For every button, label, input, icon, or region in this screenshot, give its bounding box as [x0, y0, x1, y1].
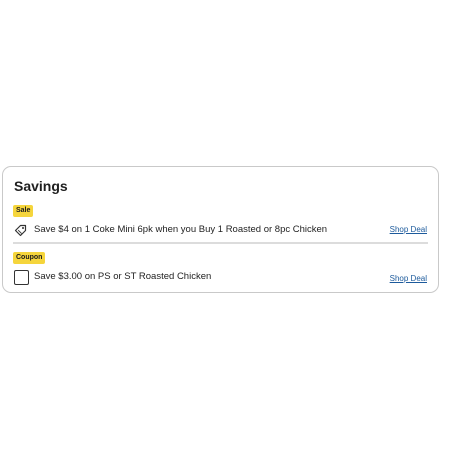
- sale-offer-text: Save $4 on 1 Coke Mini 6pk when you Buy …: [34, 224, 328, 235]
- tag-icon: [14, 223, 28, 237]
- savings-title: Savings: [14, 178, 68, 194]
- coupon-offer-text: Save $3.00 on PS or ST Roasted Chicken: [34, 271, 212, 282]
- divider: [13, 242, 428, 244]
- coupon-badge: Coupon: [13, 252, 46, 264]
- sale-badge: Sale: [13, 205, 34, 217]
- shop-deal-link[interactable]: Shop Deal: [390, 225, 427, 234]
- savings-card: Savings Sale Save $4 on 1 Coke Mini 6pk …: [2, 166, 439, 293]
- coupon-checkbox[interactable]: [14, 270, 29, 285]
- shop-deal-link[interactable]: Shop Deal: [390, 274, 427, 283]
